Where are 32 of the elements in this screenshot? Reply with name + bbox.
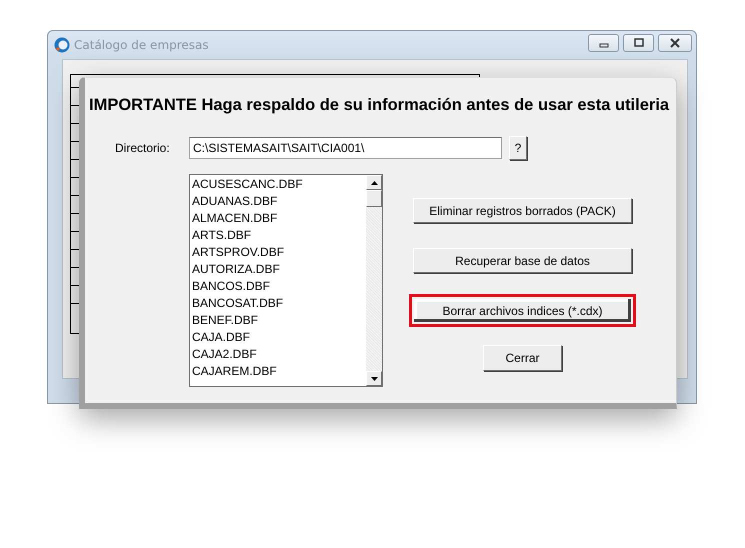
close-button[interactable] (658, 34, 692, 52)
file-list[interactable]: ACUSESCANC.DBF ADUANAS.DBF ALMACEN.DBF ARTS.DBF ARTSPROV.DBF AUTORIZA.DBF BANCOS.DBF BANCOSAT.DBF BENEF.DBF CAJA.DBF CAJA2.DBF CAJAREM.DBF (189, 174, 383, 387)
directory-field[interactable]: C:\SISTEMASAIT\SAIT\CIA001\ (189, 137, 502, 159)
file-list-item[interactable]: BENEF.DBF (190, 312, 366, 329)
file-list-item[interactable]: BANCOS.DBF (190, 278, 366, 295)
scroll-thumb[interactable] (366, 190, 382, 207)
action-button[interactable]: Eliminar registros borrados (PACK) (413, 198, 632, 223)
file-list-item[interactable]: ARTS.DBF (190, 227, 366, 244)
file-list-item[interactable]: ADUANAS.DBF (190, 193, 366, 210)
close-icon (669, 38, 681, 48)
maximize-button[interactable] (623, 34, 654, 52)
scrollbar[interactable] (366, 175, 382, 386)
logo-icon (54, 36, 70, 52)
scroll-down-icon[interactable] (366, 371, 382, 386)
file-list-item[interactable]: BANCOSAT.DBF (190, 295, 366, 312)
file-list-item[interactable]: CAJA2.DBF (190, 346, 366, 363)
action-button[interactable]: Borrar archivos indices (*.cdx) (409, 294, 636, 327)
file-list-item[interactable]: AUTORIZA.DBF (190, 261, 366, 278)
close-button[interactable]: Cerrar (483, 345, 562, 371)
maximize-icon (634, 38, 644, 48)
minimize-button[interactable] (588, 34, 619, 52)
scroll-up-icon[interactable] (366, 175, 382, 190)
browse-button[interactable]: ? (509, 136, 527, 160)
file-list-item[interactable]: ARTSPROV.DBF (190, 244, 366, 261)
window-title: Catálogo de empresas (74, 38, 209, 52)
file-list-item[interactable]: CAJA.DBF (190, 329, 366, 346)
directory-label: Directorio: (115, 141, 171, 155)
file-list-item[interactable]: CAJAREM.DBF (190, 363, 366, 380)
file-list-item[interactable]: ACUSESCANC.DBF (190, 176, 366, 193)
warning-heading: IMPORTANTE Haga respaldo de su información antes de usar esta utileria (89, 96, 670, 115)
action-button[interactable]: Recuperar base de datos (413, 248, 632, 273)
file-list-item[interactable]: ALMACEN.DBF (190, 210, 366, 227)
